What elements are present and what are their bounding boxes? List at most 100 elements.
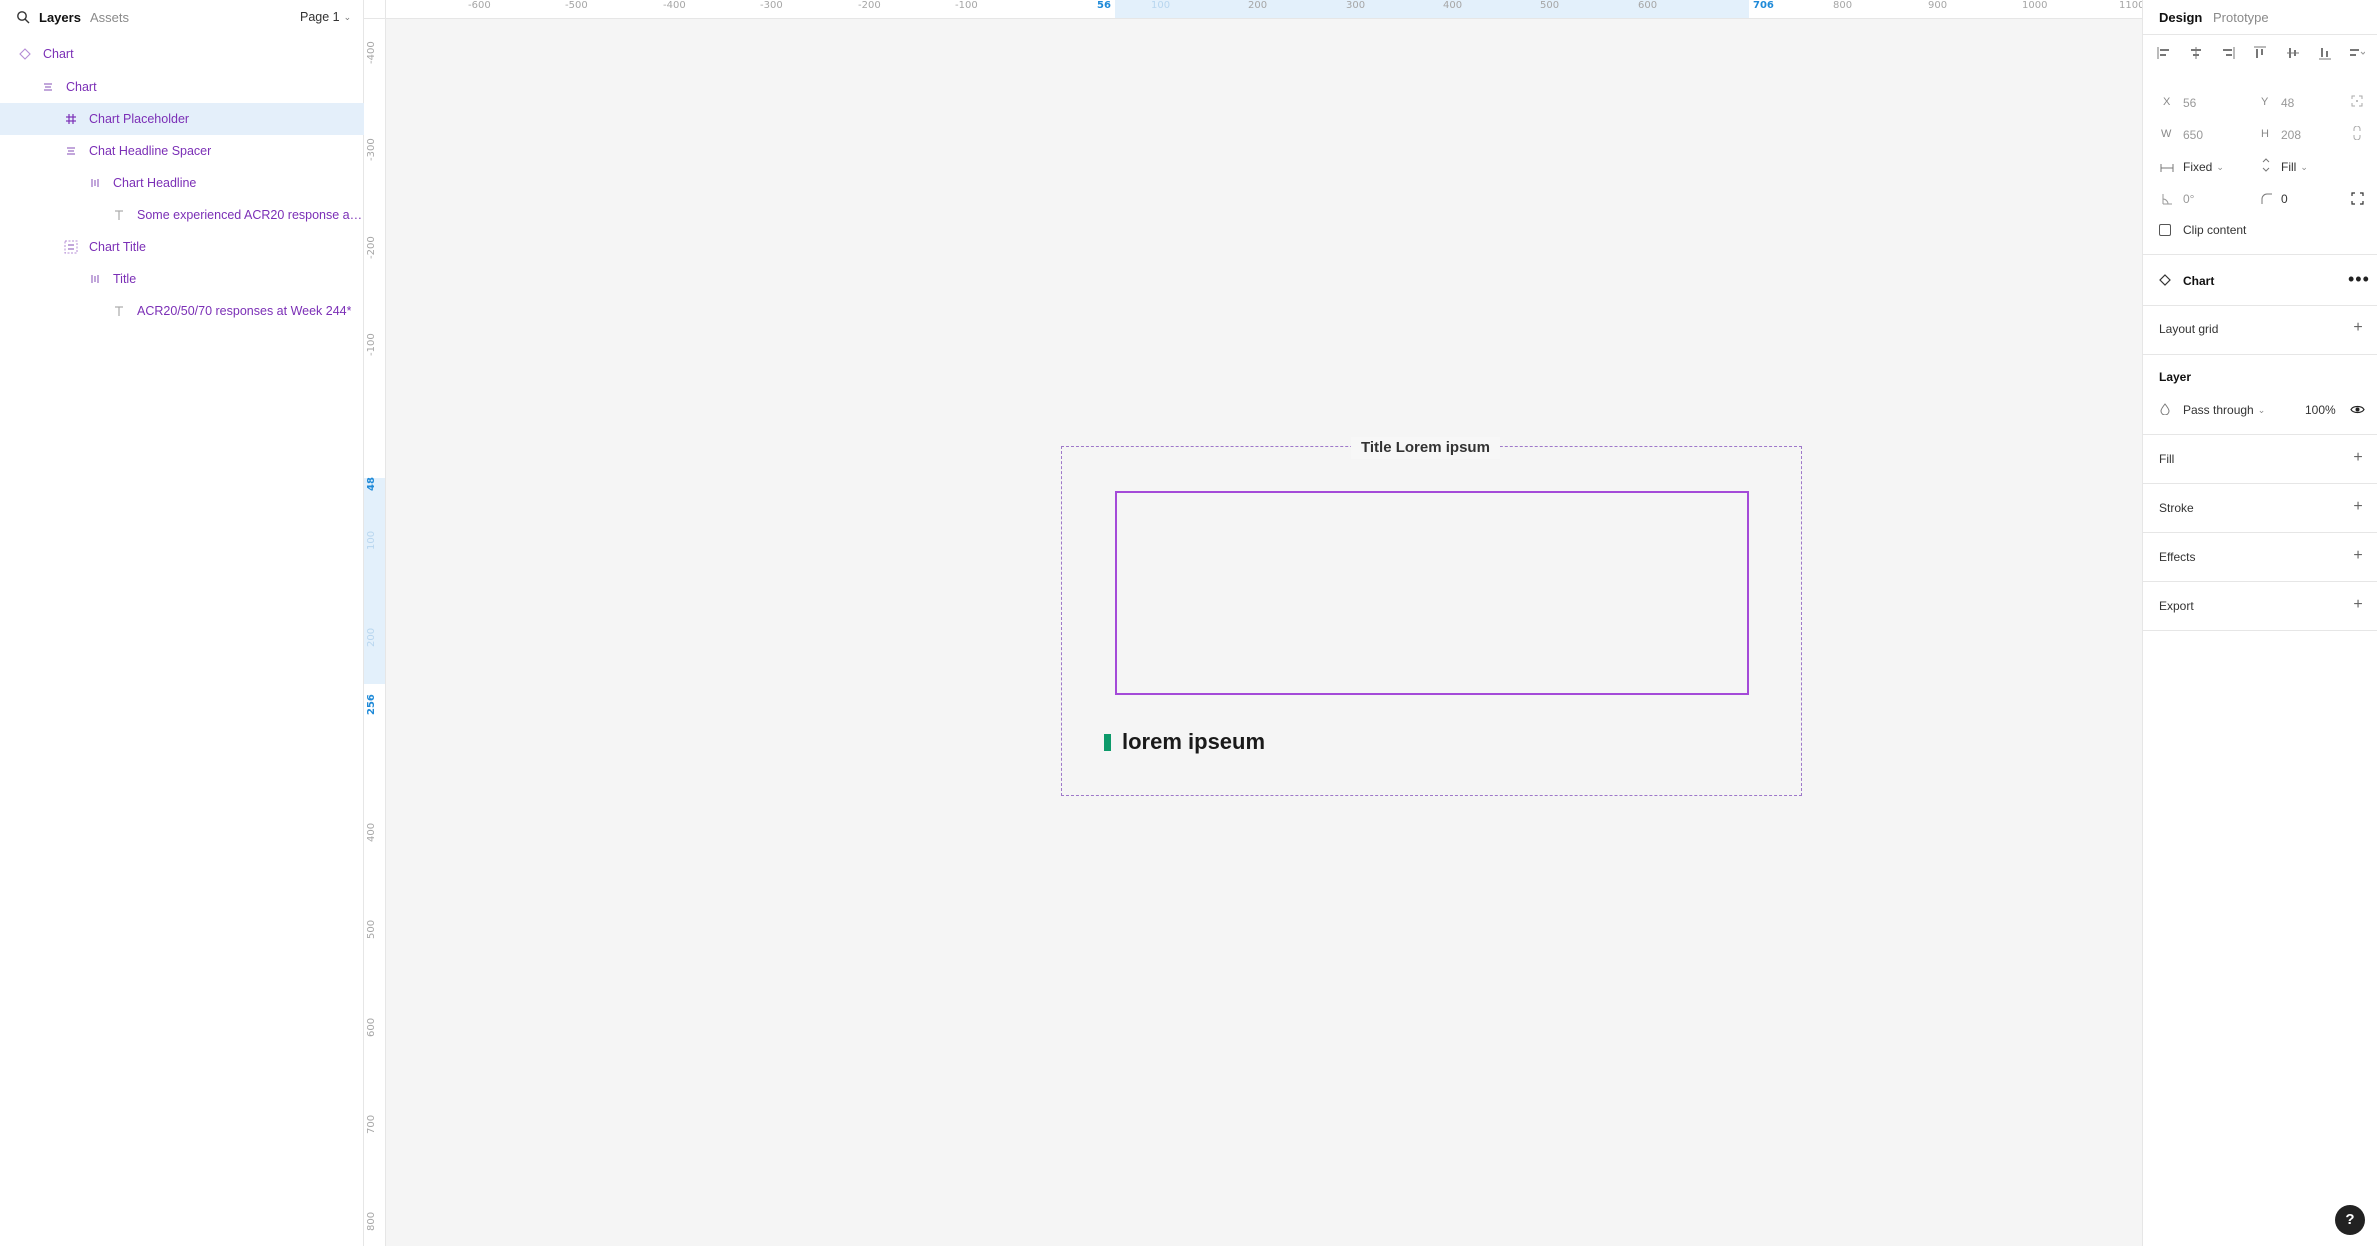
layers-panel-header: Layers Assets Page 1 ⌄ xyxy=(0,0,364,36)
layer-row[interactable]: Chart Title xyxy=(0,231,364,263)
ruler-tick: 1000 xyxy=(2022,0,2048,11)
layer-row-selected[interactable]: Chart Placeholder xyxy=(0,103,364,135)
h-label: H xyxy=(2261,128,2269,140)
chevron-down-icon: ⌄ xyxy=(2300,161,2308,172)
design-panel: Design Prototype X 56 Y 48 W 650 H 208 F… xyxy=(2142,0,2377,1246)
fill-section-title: Fill xyxy=(2159,452,2175,466)
absolute-position-icon[interactable] xyxy=(2351,95,2363,110)
ruler-tick: 1100 xyxy=(2119,0,2142,11)
width-mode-label: Fixed xyxy=(2183,160,2213,174)
add-effect-icon[interactable]: + xyxy=(2351,548,2365,564)
layer-row[interactable]: Some experienced ACR20 response as ... xyxy=(0,199,364,231)
rotation-input[interactable]: 0° xyxy=(2183,192,2194,206)
search-icon[interactable] xyxy=(16,10,30,24)
divider xyxy=(2143,305,2377,306)
divider xyxy=(2143,254,2377,255)
w-label: W xyxy=(2161,128,2172,140)
layer-section-title: Layer xyxy=(2159,370,2192,384)
auto-layout-vertical-icon xyxy=(63,143,79,159)
eye-icon[interactable] xyxy=(2350,403,2365,418)
chevron-down-icon: ⌄ xyxy=(343,11,352,22)
ruler-tick-selection-end: 706 xyxy=(1753,0,1774,11)
ruler-tick: 300 xyxy=(1346,0,1366,11)
help-button[interactable]: ? xyxy=(2335,1205,2365,1235)
align-center-horizontal-icon[interactable] xyxy=(2185,42,2207,64)
layer-label: Title xyxy=(113,272,137,286)
layer-row[interactable]: Chart xyxy=(0,38,364,70)
layer-row[interactable]: ACR20/50/70 responses at Week 244* xyxy=(0,295,364,327)
divider xyxy=(2143,581,2377,582)
ruler-vertical: -400 -300 -200 -100 48 100 200 256 400 5… xyxy=(364,19,386,1246)
text-icon xyxy=(111,303,127,319)
layout-grid-title: Layout grid xyxy=(2159,322,2219,336)
distribute-icon[interactable] xyxy=(2346,42,2368,64)
corner-radius-icon xyxy=(2261,193,2273,208)
tab-layers[interactable]: Layers xyxy=(39,10,81,25)
add-stroke-icon[interactable]: + xyxy=(2351,499,2365,515)
divider xyxy=(2143,354,2377,355)
vertical-resize-icon xyxy=(2261,158,2271,175)
layer-row[interactable]: Title xyxy=(0,263,364,295)
width-mode-select[interactable]: Fixed ⌄ xyxy=(2183,160,2224,174)
rotation-icon xyxy=(2161,193,2173,208)
ruler-tick: 500 xyxy=(1540,0,1560,11)
divider xyxy=(2143,434,2377,435)
ruler-tick: 600 xyxy=(366,1017,377,1037)
independent-corners-icon[interactable] xyxy=(2351,192,2364,208)
height-mode-select[interactable]: Fill ⌄ xyxy=(2281,160,2308,174)
add-export-icon[interactable]: + xyxy=(2351,597,2365,613)
align-left-icon[interactable] xyxy=(2153,42,2175,64)
stroke-section-title: Stroke xyxy=(2159,501,2194,515)
align-top-icon[interactable] xyxy=(2249,42,2271,64)
opacity-input[interactable]: 100% xyxy=(2305,403,2336,417)
layer-row[interactable]: Chart Headline xyxy=(0,167,364,199)
ruler-corner xyxy=(364,0,386,19)
chart-headline[interactable]: lorem ipseum xyxy=(1104,729,1265,755)
more-options-icon[interactable]: ••• xyxy=(2348,270,2370,288)
ruler-tick-selection-start: 48 xyxy=(366,477,377,491)
auto-layout-horizontal-icon xyxy=(87,175,103,191)
tab-assets[interactable]: Assets xyxy=(90,10,129,25)
ruler-tick: 900 xyxy=(1928,0,1948,11)
align-center-vertical-icon[interactable] xyxy=(2282,42,2304,64)
ruler-tick: 700 xyxy=(366,1114,377,1134)
component-name[interactable]: Chart xyxy=(2183,274,2214,288)
page-select[interactable]: Page 1 ⌄ xyxy=(300,10,351,24)
chart-title-text[interactable]: Title Lorem ipsum xyxy=(1351,437,1500,459)
y-input[interactable]: 48 xyxy=(2281,96,2294,110)
ruler-horizontal: -600 -500 -400 -300 -200 -100 56 100 200… xyxy=(386,0,2142,19)
align-right-icon[interactable] xyxy=(2217,42,2239,64)
alignment-toolbar xyxy=(2153,42,2368,64)
layer-label: Chart Title xyxy=(89,240,146,254)
tab-design[interactable]: Design xyxy=(2159,10,2202,25)
layers-panel: Layers Assets Page 1 ⌄ Chart Chart Chart… xyxy=(0,0,364,1246)
ruler-tick: 800 xyxy=(1833,0,1853,11)
clip-content-checkbox[interactable] xyxy=(2159,224,2171,236)
add-fill-icon[interactable]: + xyxy=(2351,450,2365,466)
chart-placeholder-frame[interactable] xyxy=(1115,491,1749,695)
x-input[interactable]: 56 xyxy=(2183,96,2196,110)
layer-row[interactable]: Chat Headline Spacer xyxy=(0,135,364,167)
layer-label: Chart xyxy=(66,80,97,94)
headline-text: lorem ipseum xyxy=(1122,729,1266,754)
layer-label: ACR20/50/70 responses at Week 244* xyxy=(137,304,352,318)
layer-row[interactable]: Chart xyxy=(0,71,364,103)
tab-prototype[interactable]: Prototype xyxy=(2213,10,2269,25)
export-section-title: Export xyxy=(2159,599,2194,613)
design-canvas[interactable]: Title Lorem ipsum lorem ipseum xyxy=(386,19,2142,1246)
add-layout-grid-icon[interactable]: + xyxy=(2351,320,2365,336)
divider xyxy=(2143,34,2377,35)
horizontal-resize-icon xyxy=(2160,161,2174,176)
blend-mode-select[interactable]: Pass through ⌄ xyxy=(2183,403,2265,417)
w-input[interactable]: 650 xyxy=(2183,128,2203,142)
align-bottom-icon[interactable] xyxy=(2314,42,2336,64)
corner-radius-input[interactable]: 0 xyxy=(2281,192,2288,206)
h-input[interactable]: 208 xyxy=(2281,128,2301,142)
ruler-tick-selection-start: 56 xyxy=(1097,0,1111,11)
ruler-tick: -300 xyxy=(760,0,783,11)
constrain-proportions-icon[interactable] xyxy=(2352,125,2362,143)
ruler-tick: 200 xyxy=(1248,0,1268,11)
x-label: X xyxy=(2163,96,2171,108)
text-icon xyxy=(111,207,127,223)
divider xyxy=(2143,483,2377,484)
